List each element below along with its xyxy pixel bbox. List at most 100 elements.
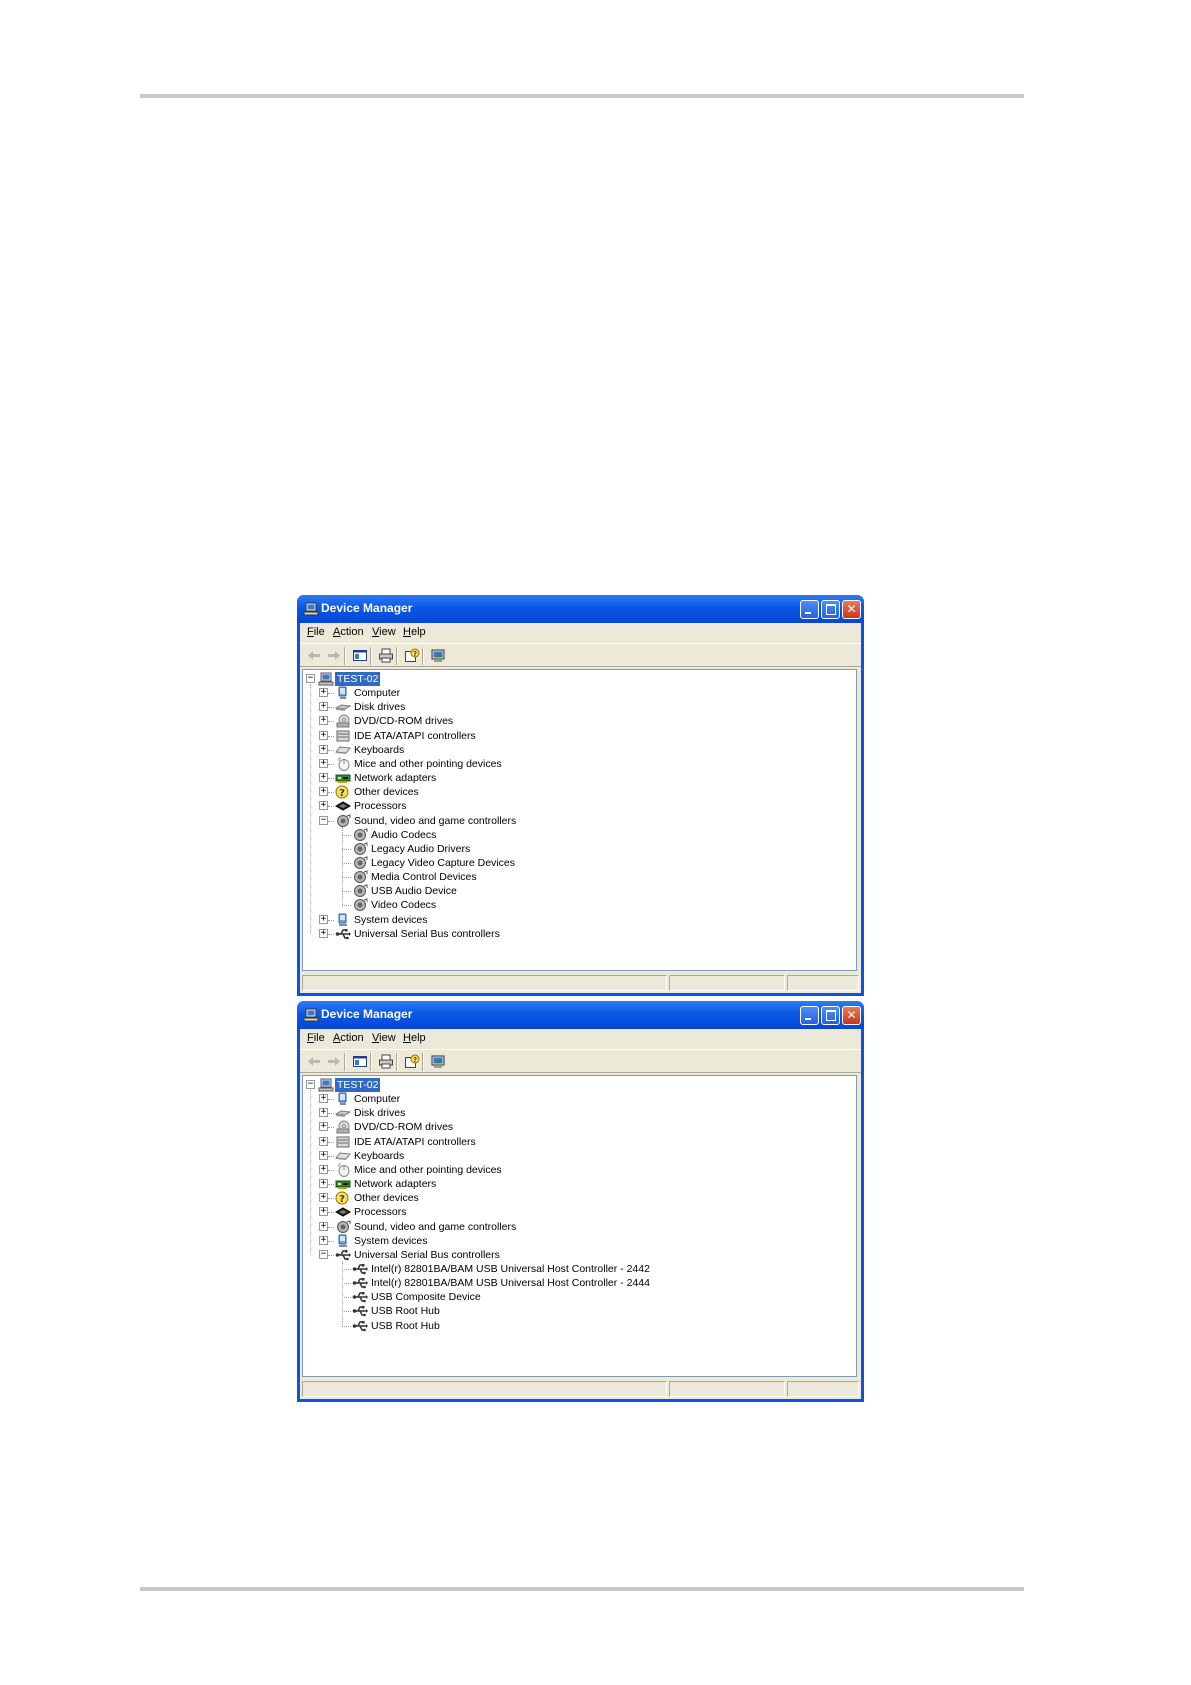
tree-category-label: Computer [354,687,401,700]
menu-help-accelerator: H [403,1032,411,1044]
computer-icon [335,686,351,700]
expand-toggle-icon[interactable]: + [319,928,328,938]
menu-bar: File Action View Help [300,1029,861,1049]
back-button[interactable] [306,1054,322,1069]
menu-view[interactable]: View [372,626,396,638]
collapse-toggle-icon[interactable]: − [319,815,328,825]
tree-category-label: Disk drives [354,701,406,714]
tree-category-label: DVD/CD-ROM drives [354,1121,454,1134]
minimize-button[interactable] [800,1006,819,1025]
expand-toggle-icon[interactable]: + [319,1235,328,1245]
expand-toggle-icon[interactable]: + [319,688,328,698]
print-button[interactable] [378,648,394,663]
menu-help[interactable]: Help [403,626,426,638]
svg-text:?: ? [339,788,345,799]
expand-toggle-icon[interactable]: + [319,1179,328,1189]
tree-connector [342,905,351,907]
toolbar-separator [396,1053,398,1071]
computer-root-icon [318,1078,334,1092]
properties-help-button[interactable]: ? [404,648,420,663]
tree-connector [342,1297,351,1299]
expand-toggle-icon[interactable]: + [319,1136,328,1146]
menu-action-label: ction [340,626,364,638]
menu-file-label: ile [313,1032,325,1044]
show-hide-console-tree-button[interactable] [352,648,368,663]
expand-toggle-icon[interactable]: + [319,1221,328,1231]
expand-toggle-icon[interactable]: + [319,1094,328,1104]
sound-icon [352,827,368,842]
back-button[interactable] [306,648,322,663]
close-button[interactable]: ✕ [842,600,861,619]
scan-hardware-button[interactable] [430,1054,446,1069]
forward-button[interactable] [326,648,342,663]
collapse-toggle-icon[interactable]: − [319,1249,328,1259]
expand-toggle-icon[interactable]: + [319,1207,328,1217]
expand-toggle-icon[interactable]: + [319,801,328,811]
print-button[interactable] [378,1054,394,1069]
collapse-toggle-icon[interactable]: − [306,674,315,683]
tree-connector [328,1198,334,1200]
expand-toggle-icon[interactable]: + [319,702,328,712]
tree-connector [342,826,343,906]
tree-connector [310,684,311,934]
menu-file-accelerator: F [307,626,314,638]
forward-button[interactable] [326,1054,342,1069]
tree-connector [328,792,334,794]
menu-action[interactable]: Action [333,626,364,638]
device-tree[interactable]: − TEST-02 + Computer + Disk drives + DVD/CD-ROM… [302,669,857,971]
scan-hardware-icon [430,1054,446,1073]
expand-toggle-icon[interactable]: + [319,1108,328,1118]
properties-help-icon: ? [404,1054,420,1073]
expand-toggle-icon[interactable]: + [319,1164,328,1174]
title-bar[interactable]: Device Manager ✕ [297,595,864,623]
expand-toggle-icon[interactable]: + [319,744,328,754]
tree-category-label: Network adapters [354,1178,437,1191]
maximize-button[interactable] [821,1006,840,1025]
expand-toggle-icon[interactable]: + [319,787,328,797]
tree-device-label: Audio Codecs [371,828,437,841]
tree-category-label: System devices [354,1234,428,1247]
expand-toggle-icon[interactable]: + [319,758,328,768]
menu-view[interactable]: View [372,1032,396,1044]
show-hide-console-tree-button[interactable] [352,1054,368,1069]
tree-device-label: USB Root Hub [371,1305,440,1318]
forward-icon [326,648,342,667]
tree-connector [342,862,351,864]
tree-connector [328,735,334,737]
menu-file[interactable]: File [307,1032,325,1044]
title-bar[interactable]: Device Manager ✕ [297,1001,864,1029]
sound-icon [352,898,368,912]
scan-hardware-button[interactable] [430,648,446,663]
sound-icon [352,842,368,856]
tree-category-label: Sound, video and game controllers [354,814,517,827]
menu-help[interactable]: Help [403,1032,426,1044]
expand-toggle-icon[interactable]: + [319,716,328,726]
show-hide-console-tree-icon [352,1054,368,1073]
menu-bar: File Action View Help [300,623,861,643]
tree-category-label: System devices [354,913,428,926]
minimize-button[interactable] [800,600,819,619]
expand-toggle-icon[interactable]: + [319,730,328,740]
tree-category-label: Universal Serial Bus controllers [354,1248,500,1261]
expand-toggle-icon[interactable]: + [319,1150,328,1160]
toolbar-separator [422,647,424,665]
usb-icon [352,1276,368,1290]
close-button[interactable]: ✕ [842,1006,861,1025]
properties-help-button[interactable]: ? [404,1054,420,1069]
expand-toggle-icon[interactable]: + [319,1193,328,1203]
tree-device-label: Intel(r) 82801BA/BAM USB Universal Host … [371,1277,650,1290]
expand-toggle-icon[interactable]: + [319,1122,328,1132]
show-hide-console-tree-icon [352,648,368,667]
menu-action[interactable]: Action [333,1032,364,1044]
disk-drive-icon [334,700,352,714]
cdrom-icon [335,714,351,728]
expand-toggle-icon[interactable]: + [319,914,328,924]
collapse-toggle-icon[interactable]: − [306,1080,315,1089]
menu-file[interactable]: File [307,626,325,638]
tree-connector [342,1311,351,1313]
status-bar [302,1380,859,1398]
status-bar-pane [669,975,785,991]
expand-toggle-icon[interactable]: + [319,773,328,783]
device-tree[interactable]: − TEST-02 + Computer + Disk drives + DVD/CD-ROM… [302,1075,857,1377]
maximize-button[interactable] [821,600,840,619]
